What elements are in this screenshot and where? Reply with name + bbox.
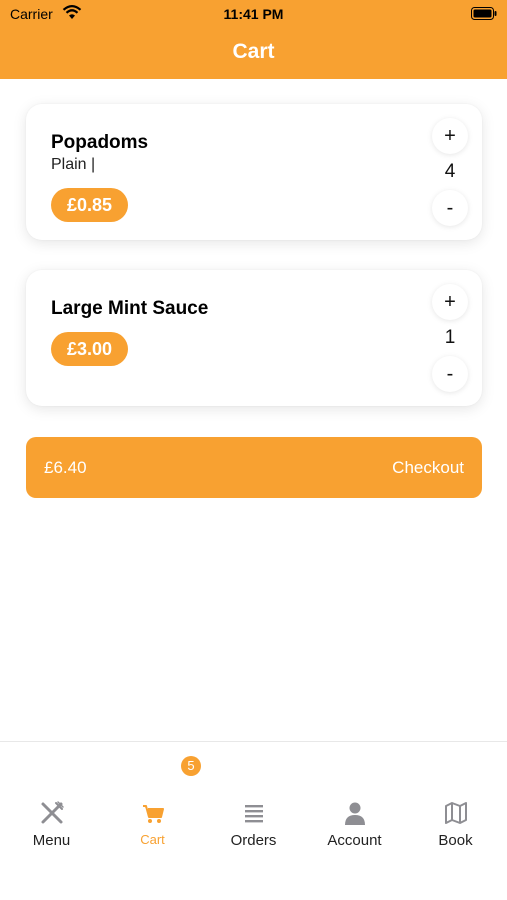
increment-button[interactable]: + xyxy=(432,284,468,320)
item-name: Large Mint Sauce xyxy=(51,298,209,319)
tab-label: Orders xyxy=(230,832,277,849)
tab-account[interactable]: Account xyxy=(304,796,405,856)
list-icon xyxy=(245,805,263,823)
cart-count-badge: 5 xyxy=(181,756,201,776)
cart-icon xyxy=(143,805,164,823)
decrement-button[interactable]: - xyxy=(432,356,468,392)
tab-bar: 5 Menu Cart Orders Account Book xyxy=(0,741,507,900)
status-time: 11:41 PM xyxy=(223,6,284,22)
person-icon xyxy=(345,802,365,825)
checkout-label: Checkout xyxy=(392,458,464,477)
tab-label: Account xyxy=(327,832,382,849)
item-option: Plain | xyxy=(51,156,96,173)
checkout-button[interactable]: £6.40 Checkout xyxy=(26,437,482,498)
tab-cart[interactable]: Cart xyxy=(102,796,203,856)
quantity-value: 1 xyxy=(444,327,456,348)
tab-label: Book xyxy=(438,832,473,849)
cart-item-card: Large Mint Sauce £3.00 + 1 - xyxy=(26,270,482,406)
item-name: Popadoms xyxy=(51,132,149,153)
cart-total: £6.40 xyxy=(44,458,87,477)
quantity-stepper: + 4 - xyxy=(432,118,468,226)
quantity-stepper: + 1 - xyxy=(432,284,468,392)
item-price-badge: £3.00 xyxy=(51,332,129,366)
battery-icon xyxy=(471,7,497,20)
map-icon xyxy=(445,802,467,824)
tab-menu[interactable]: Menu xyxy=(1,796,102,856)
status-bar: Carrier 11:41 PM xyxy=(0,0,507,28)
item-price-badge: £0.85 xyxy=(51,188,129,222)
navigation-header: Carrier 11:41 PM Cart xyxy=(0,0,507,79)
tab-orders[interactable]: Orders xyxy=(203,796,304,856)
page-title: Cart xyxy=(232,40,275,63)
quantity-value: 4 xyxy=(444,161,456,182)
tab-label: Cart xyxy=(140,832,165,847)
tab-book[interactable]: Book xyxy=(405,796,506,856)
decrement-button[interactable]: - xyxy=(432,190,468,226)
increment-button[interactable]: + xyxy=(432,118,468,154)
cart-item-card: Popadoms Plain | £0.85 + 4 - xyxy=(26,104,482,240)
tab-label: Menu xyxy=(32,832,71,849)
utensils-icon xyxy=(41,801,64,824)
